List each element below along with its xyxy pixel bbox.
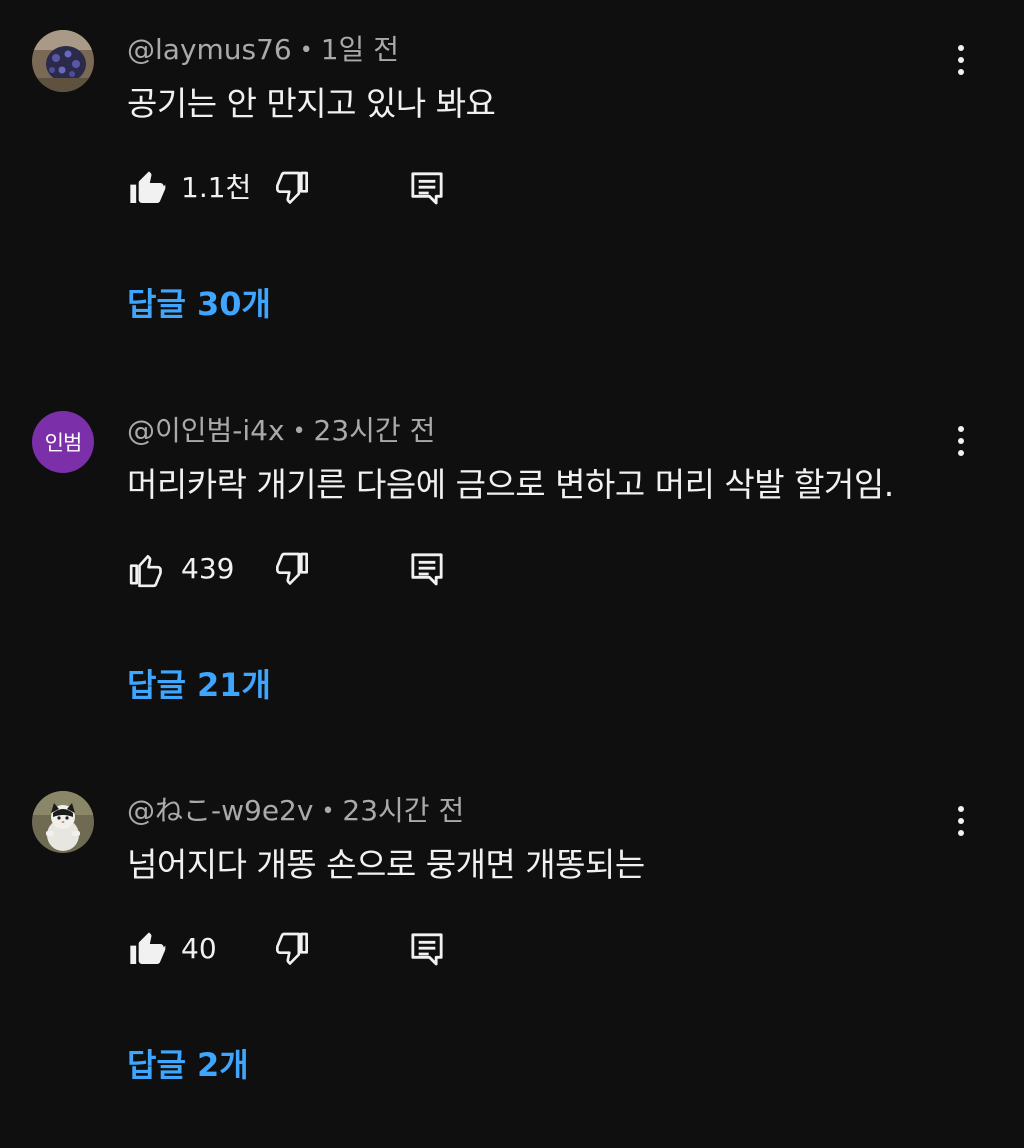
author-name[interactable]: @laymus76 — [127, 33, 292, 66]
comment-actions: 439 — [127, 549, 487, 593]
comment-actions: 40 — [127, 929, 487, 973]
like-button[interactable]: 439 — [127, 549, 234, 589]
reply-comment-icon — [411, 933, 443, 966]
comment-time: 23시간 전 — [313, 414, 436, 447]
author-name[interactable]: @ねこ-w9e2v — [127, 794, 313, 827]
like-button[interactable]: 40 — [127, 929, 217, 969]
replies-link[interactable]: 답글 30개 — [127, 282, 271, 326]
comment-text: 공기는 안 만지고 있나 봐요 — [127, 84, 496, 123]
comment-item: @laymus76 • 1일 전 공기는 안 만지고 있나 봐요 1.1천 답글 3… — [0, 0, 1024, 380]
author-name[interactable]: @이인범-i4x — [127, 414, 285, 447]
thumbs-down-icon — [276, 932, 308, 965]
photo-avatar-icon — [32, 30, 94, 92]
more-options-icon[interactable] — [944, 801, 978, 841]
more-options-icon[interactable] — [944, 421, 978, 461]
dislike-button[interactable] — [273, 549, 313, 593]
thumbs-up-filled-icon — [130, 171, 166, 203]
comment-time: 23시간 전 — [342, 794, 465, 827]
comment-actions: 1.1천 — [127, 168, 487, 212]
reply-comment-icon — [411, 553, 443, 586]
avatar[interactable] — [32, 791, 94, 853]
more-options-icon[interactable] — [944, 40, 978, 80]
dislike-button[interactable] — [273, 929, 313, 973]
dislike-button[interactable] — [273, 168, 313, 212]
separator-dot: • — [299, 38, 313, 63]
replies-link[interactable]: 답글 2개 — [127, 1043, 249, 1087]
reply-button[interactable] — [407, 168, 447, 212]
reply-button[interactable] — [407, 929, 447, 973]
avatar-initials: 인범 — [44, 431, 83, 455]
comment-item: @ねこ-w9e2v • 23시간 전 넘어지다 개똥 손으로 뭉개면 개똥되는 40… — [0, 761, 1024, 1141]
thumbs-down-icon — [276, 171, 308, 204]
reply-comment-icon — [411, 172, 443, 205]
comment-meta: @이인범-i4x • 23시간 전 — [127, 413, 435, 450]
avatar[interactable] — [32, 30, 94, 92]
replies-link[interactable]: 답글 21개 — [127, 663, 271, 707]
comment-text: 머리카락 개기른 다음에 금으로 변하고 머리 삭발 할거임. — [127, 465, 894, 504]
avatar[interactable]: 인범 — [32, 411, 94, 473]
like-count: 439 — [181, 552, 235, 585]
reply-button[interactable] — [407, 549, 447, 593]
comment-text: 넘어지다 개똥 손으로 뭉개면 개똥되는 — [127, 845, 645, 884]
cat-photo-avatar-icon — [32, 791, 94, 853]
thumbs-up-icon — [129, 555, 162, 588]
comment-time: 1일 전 — [320, 33, 399, 66]
separator-dot: • — [292, 419, 306, 444]
comment-item: 인범 @이인범-i4x • 23시간 전 머리카락 개기른 다음에 금으로 변하고 … — [0, 381, 1024, 761]
thumbs-up-filled-icon — [130, 932, 166, 964]
like-count: 1.1천 — [181, 171, 252, 204]
comment-meta: @laymus76 • 1일 전 — [127, 32, 399, 69]
like-button[interactable]: 1.1천 — [127, 168, 251, 208]
like-count: 40 — [181, 932, 217, 965]
thumbs-down-icon — [276, 552, 308, 585]
separator-dot: • — [321, 799, 335, 824]
comment-meta: @ねこ-w9e2v • 23시간 전 — [127, 793, 464, 830]
